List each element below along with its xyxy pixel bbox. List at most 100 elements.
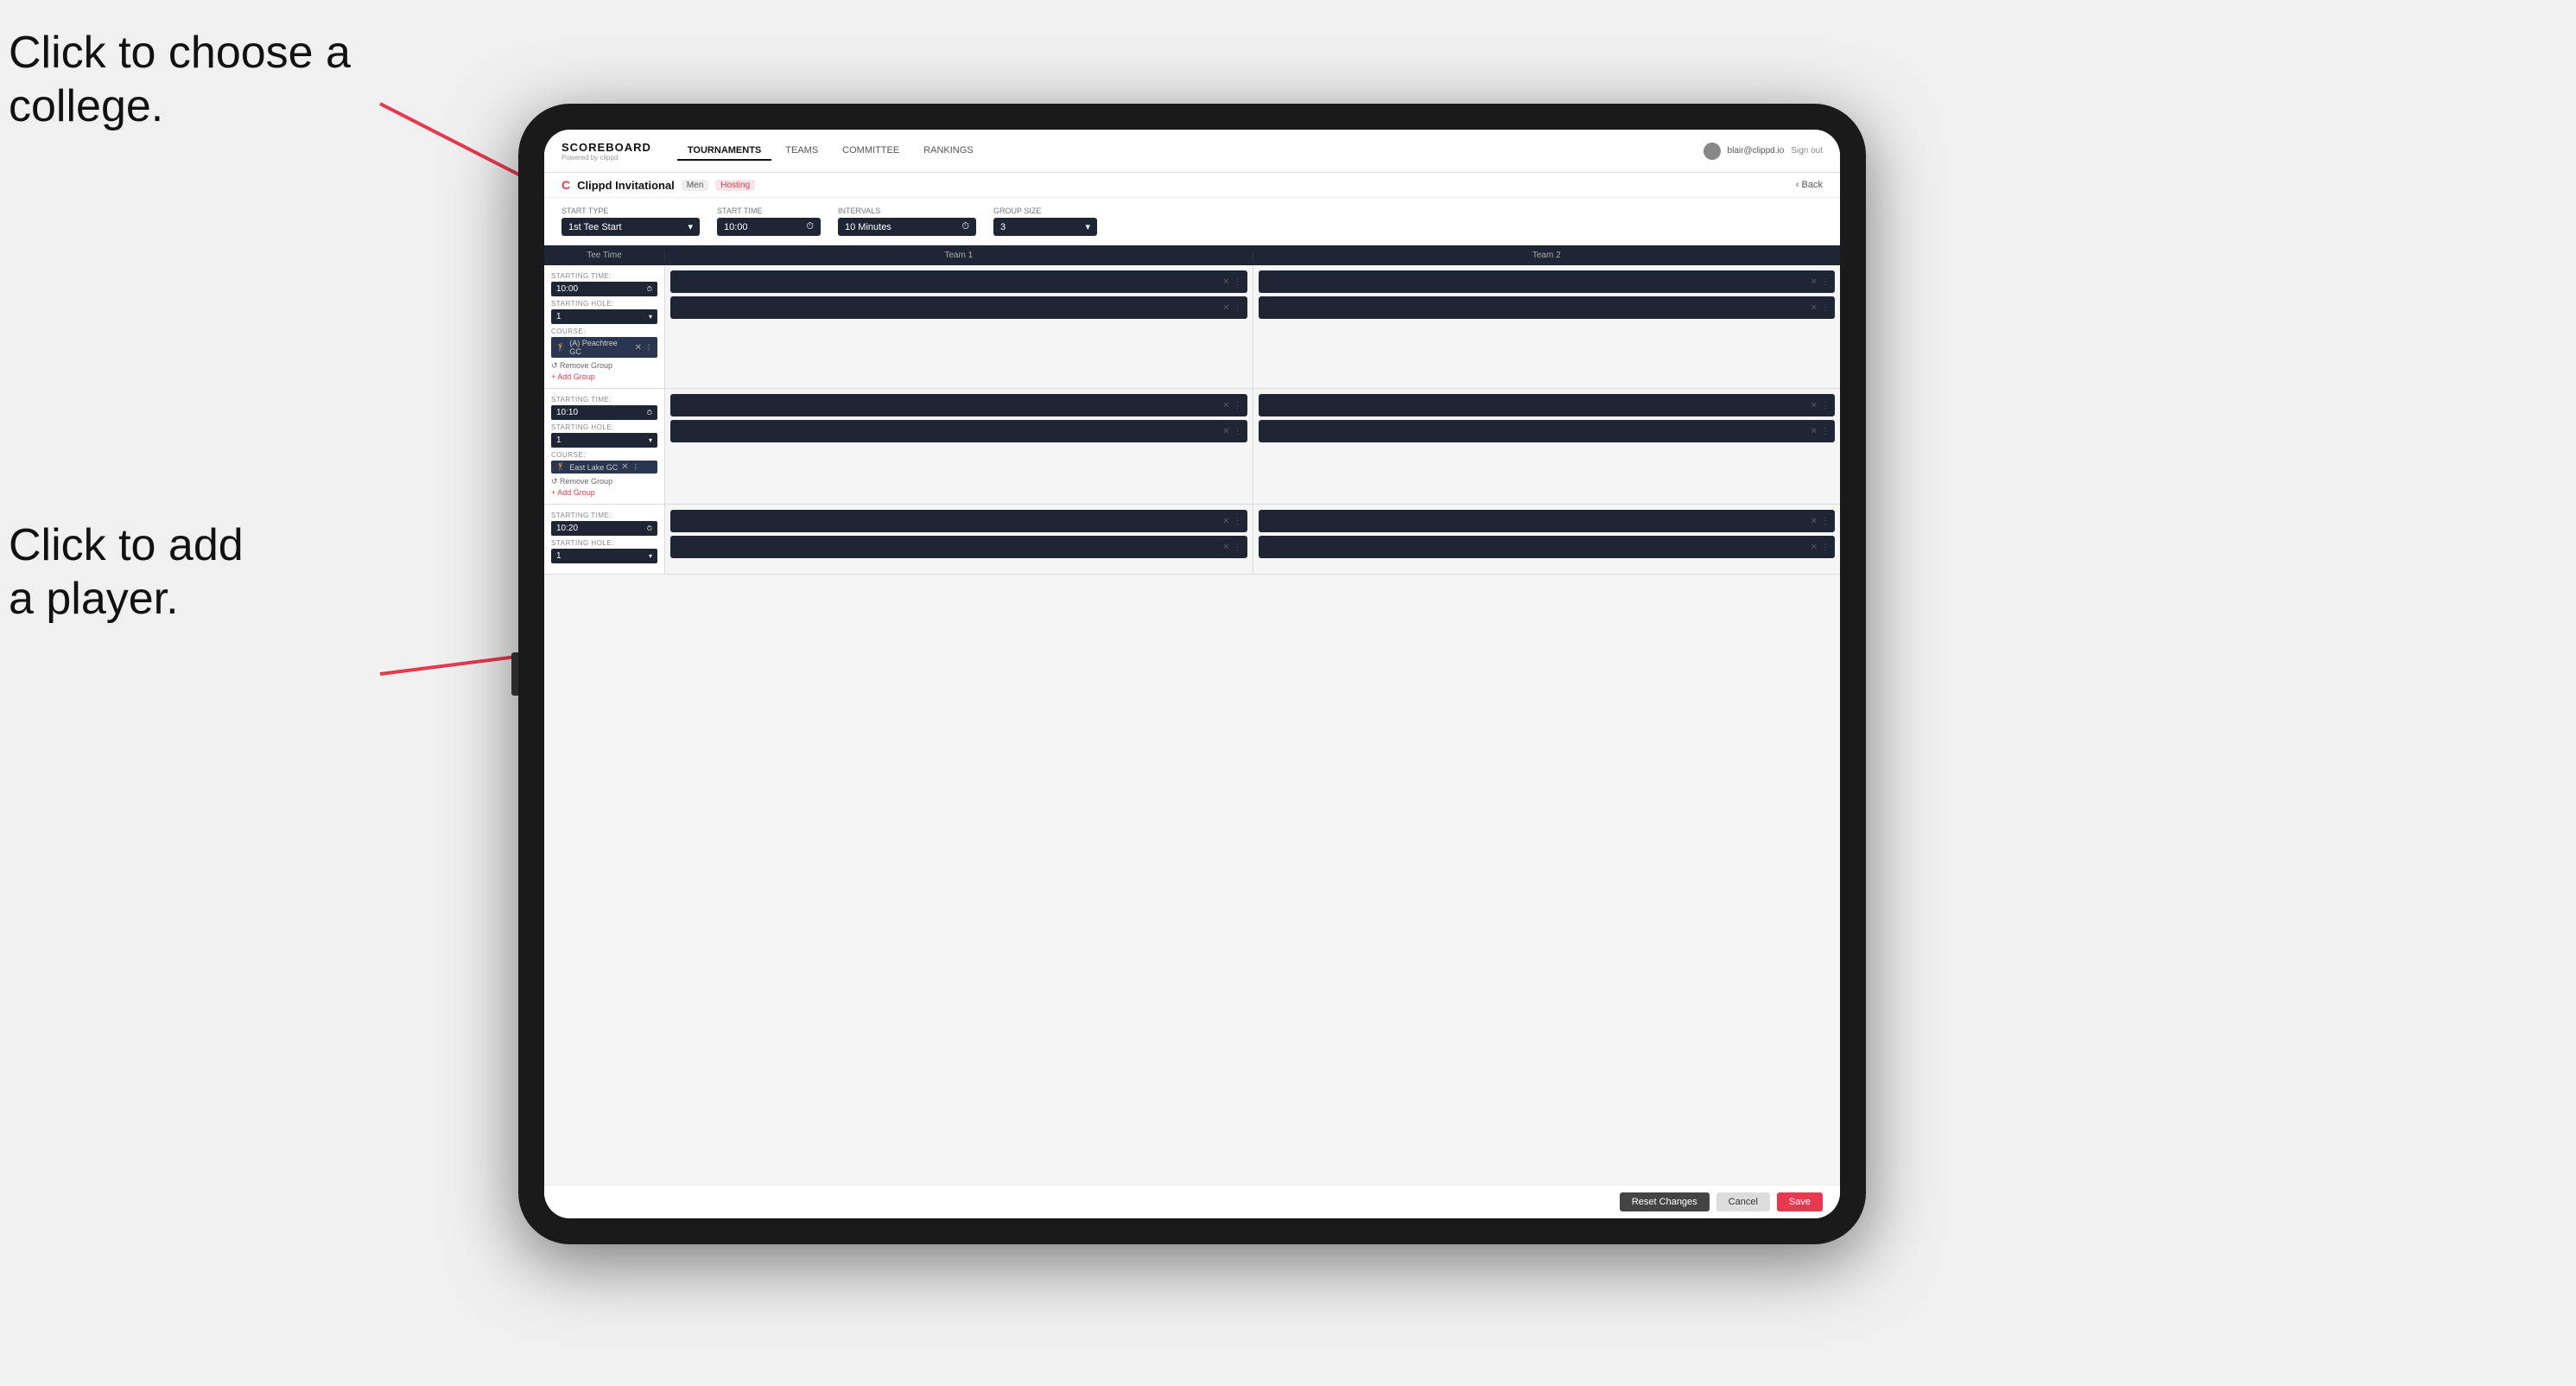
course-icon-2: 🏌 <box>556 462 566 472</box>
scroll-content[interactable]: STARTING TIME: 10:00 ⏱ STARTING HOLE: 1 … <box>544 265 1840 1185</box>
slot-expand-icon[interactable]: ⋮ <box>1821 543 1830 552</box>
add-group-2[interactable]: + Add Group <box>551 488 657 497</box>
left-panel-2: STARTING TIME: 10:10 ⏱ STARTING HOLE: 1 … <box>544 389 665 504</box>
course-expand-1[interactable]: ⋮ <box>645 344 652 352</box>
bottom-bar: Reset Changes Cancel Save <box>544 1185 1840 1218</box>
nav-committee[interactable]: COMMITTEE <box>832 142 910 161</box>
save-button[interactable]: Save <box>1777 1192 1823 1211</box>
starting-time-input-2[interactable]: 10:10 ⏱ <box>551 405 657 420</box>
slot-expand-icon[interactable]: ⋮ <box>1234 427 1242 436</box>
hole-arrow-3: ▾ <box>649 552 652 560</box>
player-slot[interactable]: ✕ ⋮ <box>670 420 1247 442</box>
annotation-top: Click to choose a college. <box>9 26 351 134</box>
slot-x-icon[interactable]: ✕ <box>1811 427 1818 436</box>
user-email: blair@clippd.io <box>1728 146 1785 156</box>
remove-course-2[interactable]: ✕ <box>621 462 628 472</box>
intervals-select[interactable]: 10 Minutes ⏱ <box>838 218 976 236</box>
nav-bar: SCOREBOARD Powered by clippd TOURNAMENTS… <box>544 130 1840 173</box>
player-slot[interactable]: ✕ ⋮ <box>1259 394 1836 416</box>
player-slot[interactable]: ✕ ⋮ <box>1259 420 1836 442</box>
action-links-2: ↺ Remove Group + Add Group <box>551 477 657 497</box>
starting-time-input-1[interactable]: 10:00 ⏱ <box>551 282 657 296</box>
slot-expand-icon[interactable]: ⋮ <box>1821 427 1830 436</box>
course-expand-2[interactable]: ⋮ <box>632 463 639 471</box>
tournament-header: C Clippd Invitational Men Hosting ‹ Back <box>544 173 1840 198</box>
slot-expand-icon[interactable]: ⋮ <box>1234 543 1242 552</box>
reset-button[interactable]: Reset Changes <box>1620 1192 1710 1211</box>
table-row: STARTING TIME: 10:10 ⏱ STARTING HOLE: 1 … <box>544 389 1840 505</box>
team2-panel-1: ✕ ⋮ ✕ ⋮ <box>1253 265 1841 388</box>
starting-time-input-3[interactable]: 10:20 ⏱ <box>551 521 657 536</box>
slot-x-icon[interactable]: ✕ <box>1811 277 1818 287</box>
intervals-group: Intervals 10 Minutes ⏱ <box>838 207 976 236</box>
starting-hole-input-1[interactable]: 1 ▾ <box>551 309 657 324</box>
start-type-arrow: ▾ <box>688 221 693 232</box>
slot-x-icon[interactable]: ✕ <box>1811 401 1818 410</box>
remove-course-1[interactable]: ✕ <box>635 343 642 353</box>
starting-hole-input-3[interactable]: 1 ▾ <box>551 549 657 563</box>
slot-expand-icon[interactable]: ⋮ <box>1234 303 1242 313</box>
col-team1: Team 1 <box>665 251 1253 260</box>
slot-expand-icon[interactable]: ⋮ <box>1821 517 1830 526</box>
course-tag-2[interactable]: 🏌 East Lake GC ✕ ⋮ <box>551 461 657 474</box>
start-type-group: Start Type 1st Tee Start ▾ <box>562 207 700 236</box>
slot-x-icon[interactable]: ✕ <box>1222 277 1229 287</box>
player-slot[interactable]: ✕ ⋮ <box>670 270 1247 293</box>
player-slot[interactable]: ✕ ⋮ <box>670 536 1247 558</box>
course-label-1: COURSE: <box>551 327 657 335</box>
remove-group-2[interactable]: ↺ Remove Group <box>551 477 657 486</box>
slot-expand-icon[interactable]: ⋮ <box>1821 277 1830 287</box>
player-slot[interactable]: ✕ ⋮ <box>670 510 1247 532</box>
player-slot[interactable]: ✕ ⋮ <box>1259 296 1836 319</box>
slot-x-icon[interactable]: ✕ <box>1222 517 1229 526</box>
player-slot[interactable]: ✕ ⋮ <box>670 296 1247 319</box>
sign-out-link[interactable]: Sign out <box>1791 146 1823 156</box>
add-group-1[interactable]: + Add Group <box>551 372 657 381</box>
slot-expand-icon[interactable]: ⋮ <box>1234 277 1242 287</box>
remove-group-1[interactable]: ↺ Remove Group <box>551 361 657 371</box>
slot-x-icon[interactable]: ✕ <box>1811 303 1818 313</box>
start-time-icon: ⏱ <box>806 221 814 232</box>
player-slot[interactable]: ✕ ⋮ <box>1259 536 1836 558</box>
annotation-bottom: Click to add a player. <box>9 518 244 626</box>
nav-rankings[interactable]: RANKINGS <box>913 142 983 161</box>
table-row: STARTING TIME: 10:20 ⏱ STARTING HOLE: 1 … <box>544 505 1840 575</box>
nav-tournaments[interactable]: TOURNAMENTS <box>677 142 771 161</box>
start-type-select[interactable]: 1st Tee Start ▾ <box>562 218 700 236</box>
cancel-button[interactable]: Cancel <box>1716 1192 1770 1211</box>
player-slot[interactable]: ✕ ⋮ <box>1259 510 1836 532</box>
nav-teams[interactable]: TEAMS <box>775 142 828 161</box>
course-name-1: (A) Peachtree GC <box>569 339 631 356</box>
starting-hole-input-2[interactable]: 1 ▾ <box>551 433 657 448</box>
scoreboard-logo: SCOREBOARD <box>562 141 651 154</box>
slot-expand-icon[interactable]: ⋮ <box>1821 401 1830 410</box>
table-header: Tee Time Team 1 Team 2 <box>544 245 1840 265</box>
group-size-select[interactable]: 3 ▾ <box>993 218 1097 236</box>
left-panel-1: STARTING TIME: 10:00 ⏱ STARTING HOLE: 1 … <box>544 265 665 388</box>
slot-x-icon[interactable]: ✕ <box>1222 427 1229 436</box>
player-slot[interactable]: ✕ ⋮ <box>1259 270 1836 293</box>
annotation-bottom-line2: a player. <box>9 574 179 624</box>
slot-x-icon[interactable]: ✕ <box>1811 517 1818 526</box>
slot-x-icon[interactable]: ✕ <box>1222 401 1229 410</box>
start-time-input[interactable]: 10:00 ⏱ <box>717 218 821 236</box>
slot-x-icon[interactable]: ✕ <box>1811 543 1818 552</box>
course-tag-1[interactable]: 🏌 (A) Peachtree GC ✕ ⋮ <box>551 337 657 358</box>
group-size-label: Group Size <box>993 207 1097 215</box>
annotation-top-line1: Click to choose a <box>9 28 351 78</box>
slot-expand-icon[interactable]: ⋮ <box>1234 401 1242 410</box>
slot-x-icon[interactable]: ✕ <box>1222 543 1229 552</box>
logo-subtitle: Powered by clippd <box>562 154 651 162</box>
slot-x-icon[interactable]: ✕ <box>1222 303 1229 313</box>
back-button[interactable]: ‹ Back <box>1796 180 1823 190</box>
player-slot[interactable]: ✕ ⋮ <box>670 394 1247 416</box>
tablet-frame: SCOREBOARD Powered by clippd TOURNAMENTS… <box>518 104 1866 1244</box>
start-type-label: Start Type <box>562 207 700 215</box>
starting-time-label-2: STARTING TIME: <box>551 396 657 404</box>
slot-expand-icon[interactable]: ⋮ <box>1234 517 1242 526</box>
table-row: STARTING TIME: 10:00 ⏱ STARTING HOLE: 1 … <box>544 265 1840 389</box>
slot-expand-icon[interactable]: ⋮ <box>1821 303 1830 313</box>
time-icon-2: ⏱ <box>647 409 652 417</box>
intervals-label: Intervals <box>838 207 976 215</box>
intervals-icon: ⏱ <box>961 221 969 232</box>
